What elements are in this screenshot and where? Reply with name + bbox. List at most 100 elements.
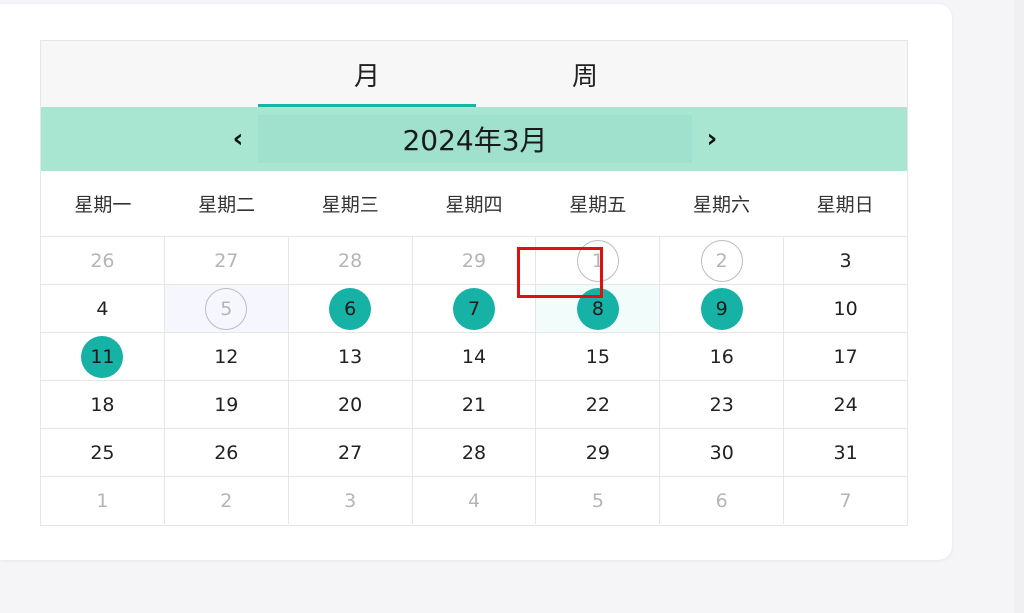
weekday-friday: 星期五 xyxy=(569,194,627,216)
date-number: 29 xyxy=(585,441,610,464)
date-number: 15 xyxy=(585,345,610,368)
week-row: 4 5 6 7 8 9 10 xyxy=(41,285,907,333)
date-cell[interactable]: 7 xyxy=(413,285,537,332)
tab-month[interactable]: 月 xyxy=(258,41,476,107)
date-cell[interactable]: 28 xyxy=(289,237,413,284)
date-cell[interactable]: 3 xyxy=(289,477,413,524)
date-number: 25 xyxy=(90,441,115,464)
date-cell[interactable]: 2 xyxy=(660,237,785,284)
date-number: 6 xyxy=(715,489,728,512)
date-cell[interactable]: 27 xyxy=(165,237,289,284)
week-row: 25 26 27 28 29 30 31 xyxy=(41,429,907,477)
weekday-tuesday: 星期二 xyxy=(198,194,256,216)
date-number: 11 xyxy=(81,335,124,378)
month-navigation-bar: ‹ 2024年3月 › xyxy=(41,107,907,171)
date-cell[interactable]: 24 xyxy=(784,381,907,428)
date-number: 23 xyxy=(709,393,734,416)
week-row: 26 27 28 29 1 2 3 xyxy=(41,237,907,285)
date-cell[interactable]: 26 xyxy=(165,429,289,476)
date-number: 7 xyxy=(453,287,495,330)
date-cell[interactable]: 9 xyxy=(660,285,785,332)
date-number: 7 xyxy=(839,489,852,512)
tab-week[interactable]: 周 xyxy=(476,41,694,107)
week-row: 1 2 3 4 5 6 7 xyxy=(41,477,907,524)
date-cell[interactable]: 25 xyxy=(41,429,165,476)
date-number: 1 xyxy=(576,239,619,282)
date-number: 13 xyxy=(338,345,363,368)
date-cell[interactable]: 23 xyxy=(660,381,785,428)
date-cell[interactable]: 7 xyxy=(784,477,907,524)
date-number: 27 xyxy=(214,249,239,272)
week-row: 18 19 20 21 22 23 24 xyxy=(41,381,907,429)
date-number: 3 xyxy=(344,489,357,512)
date-cell[interactable]: 2 xyxy=(165,477,289,524)
date-number: 16 xyxy=(709,345,734,368)
date-cell[interactable]: 27 xyxy=(289,429,413,476)
date-number: 1 xyxy=(96,489,109,512)
week-row: 11 12 13 14 15 16 17 xyxy=(41,333,907,381)
date-cell[interactable]: 18 xyxy=(41,381,165,428)
weekday-sunday: 星期日 xyxy=(816,194,874,216)
date-number: 19 xyxy=(214,393,239,416)
weekday-saturday: 星期六 xyxy=(692,194,750,216)
date-cell[interactable]: 5 xyxy=(164,285,289,332)
calendar: 月 周 ‹ 2024年3月 › 星期一 星期二 星期三 星期四 星期五 星期六 … xyxy=(40,40,908,526)
date-number: 20 xyxy=(338,393,363,416)
date-cell[interactable]: 29 xyxy=(413,237,537,284)
weekday-thursday: 星期四 xyxy=(445,194,503,216)
date-cell[interactable]: 14 xyxy=(413,333,537,380)
date-cell[interactable]: 5 xyxy=(536,477,661,524)
date-cell[interactable]: 29 xyxy=(536,429,661,476)
date-cell[interactable]: 4 xyxy=(41,285,165,332)
date-cell[interactable]: 28 xyxy=(413,429,537,476)
date-cell[interactable]: 22 xyxy=(536,381,661,428)
date-cell[interactable]: 1 xyxy=(536,237,661,284)
date-cell[interactable]: 13 xyxy=(289,333,413,380)
date-number: 12 xyxy=(214,345,239,368)
date-number: 26 xyxy=(214,441,239,464)
next-month-chevron-icon[interactable]: › xyxy=(692,107,732,171)
date-grid: 26 27 28 29 1 2 3 4 5 6 7 8 9 10 11 12 13 14 15 16 17 18 19 20 2… xyxy=(41,237,907,524)
month-title: 2024年3月 xyxy=(258,115,692,163)
date-cell[interactable]: 26 xyxy=(41,237,165,284)
date-number: 22 xyxy=(585,393,610,416)
date-cell[interactable]: 11 xyxy=(41,333,165,380)
date-number: 17 xyxy=(833,345,858,368)
scrollbar-track[interactable] xyxy=(1014,0,1024,613)
date-cell[interactable]: 1 xyxy=(41,477,165,524)
view-tabs: 月 周 xyxy=(41,41,907,107)
date-number: 27 xyxy=(338,441,363,464)
date-number: 26 xyxy=(90,249,115,272)
prev-month-chevron-icon[interactable]: ‹ xyxy=(218,107,258,171)
date-cell[interactable]: 17 xyxy=(784,333,907,380)
date-cell[interactable]: 4 xyxy=(413,477,537,524)
date-cell[interactable]: 10 xyxy=(784,285,907,332)
date-number: 2 xyxy=(220,489,233,512)
date-number: 2 xyxy=(700,239,743,282)
date-cell[interactable]: 30 xyxy=(660,429,785,476)
date-cell[interactable]: 3 xyxy=(784,237,907,284)
date-number: 10 xyxy=(833,297,858,320)
date-cell[interactable]: 15 xyxy=(536,333,661,380)
date-cell[interactable]: 21 xyxy=(413,381,537,428)
date-number: 21 xyxy=(461,393,487,416)
date-cell[interactable]: 6 xyxy=(660,477,785,524)
date-number: 28 xyxy=(461,441,487,464)
date-cell[interactable]: 12 xyxy=(165,333,289,380)
date-cell[interactable]: 31 xyxy=(784,429,907,476)
date-number: 29 xyxy=(461,249,487,272)
date-cell[interactable]: 16 xyxy=(660,333,785,380)
weekday-wednesday: 星期三 xyxy=(321,194,379,216)
date-number: 4 xyxy=(467,489,481,512)
date-number: 31 xyxy=(833,441,858,464)
date-cell[interactable]: 6 xyxy=(289,285,413,332)
date-number: 18 xyxy=(90,393,115,416)
date-cell[interactable]: 20 xyxy=(289,381,413,428)
date-number: 24 xyxy=(833,393,858,416)
weekday-header-row: 星期一 星期二 星期三 星期四 星期五 星期六 星期日 xyxy=(41,171,907,237)
date-number: 14 xyxy=(461,345,487,368)
date-number: 5 xyxy=(591,489,604,512)
weekday-monday: 星期一 xyxy=(74,194,132,216)
date-cell[interactable]: 19 xyxy=(165,381,289,428)
date-cell[interactable]: 8 xyxy=(536,285,661,332)
